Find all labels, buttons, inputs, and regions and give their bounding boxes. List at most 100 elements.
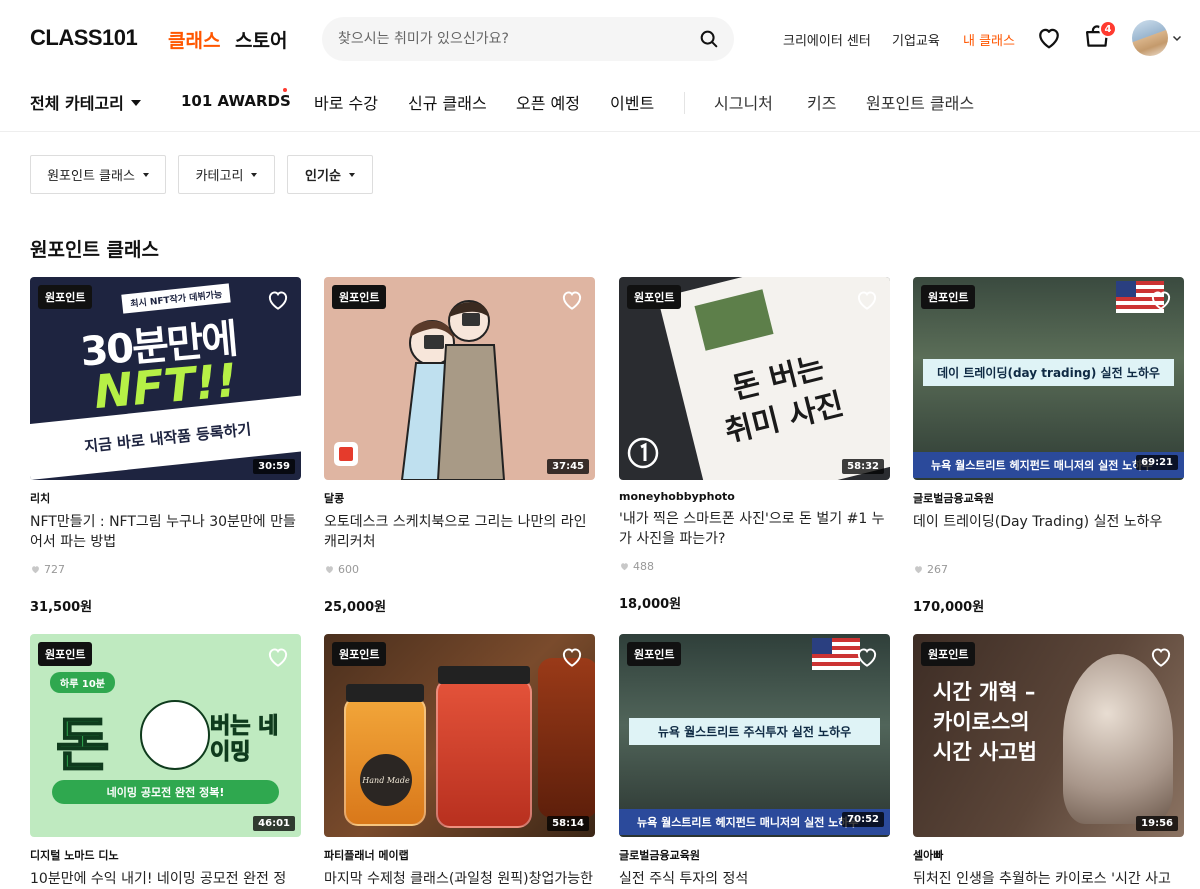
section-title: 원포인트 클래스 <box>30 239 159 261</box>
all-categories-menu[interactable]: 전체 카테고리 <box>30 90 141 114</box>
creator-name[interactable]: 디지털 노마드 디노 <box>30 847 301 863</box>
search-icon[interactable] <box>698 28 720 50</box>
creator-name[interactable]: 글로벌금융교육원 <box>913 490 1184 506</box>
class-title[interactable]: 10분만에 수익 내기! 네이밍 공모전 완전 정복!! <box>30 869 301 889</box>
class-thumbnail[interactable]: 돈 버는 취미 사진 원포인트 58:32 <box>619 277 890 480</box>
nav-event[interactable]: 이벤트 <box>610 90 654 114</box>
class-card[interactable]: 시간 개혁 – 카이로스의 시간 사고법 원포인트 19:56 셀아빠 뒤처진 … <box>913 634 1184 889</box>
class-title[interactable]: 실전 주식 투자의 정석 <box>619 869 890 889</box>
avatar[interactable] <box>1132 20 1168 56</box>
class-card[interactable]: 원포인트 37:45 달콩 오토데스크 스케치북으로 그리는 나만의 라인 캐리… <box>324 277 595 615</box>
onepoint-badge: 원포인트 <box>38 285 93 309</box>
heart-small-icon <box>326 566 333 574</box>
class-title[interactable]: 오토데스크 스케치북으로 그리는 나만의 라인 캐리커처 <box>324 512 595 552</box>
class-card[interactable]: 뉴욕 월스트리트 주식투자 실전 노하우 뉴욕 월스트리트 헤지펀드 매니저의 … <box>619 634 890 889</box>
corporate-education-link[interactable]: 기업교육 <box>892 30 940 49</box>
nav-class[interactable]: 클래스 <box>168 26 220 53</box>
my-class-link[interactable]: 내 클래스 <box>963 30 1015 49</box>
creator-name[interactable]: 셀아빠 <box>913 847 1184 863</box>
class-thumbnail[interactable]: 뉴욕 월스트리트 주식투자 실전 노하우 뉴욕 월스트리트 헤지펀드 매니저의 … <box>619 634 890 837</box>
onepoint-badge: 원포인트 <box>38 642 93 666</box>
filter-category-label: 카테고리 <box>195 169 244 184</box>
class-card[interactable]: 최시 NFT작가 데뷔가능 30분만에 NFT!! 지금 바로 내작품 등록하기… <box>30 277 301 615</box>
class-thumbnail[interactable]: 하루 10분 돈 버는 네이밍 네이밍 공모전 완전 정복! 원포인트 46:0… <box>30 634 301 837</box>
heart-icon[interactable] <box>265 644 291 670</box>
video-duration: 58:14 <box>547 816 589 831</box>
creator-center-link[interactable]: 크리에이터 센터 <box>783 30 871 49</box>
class-title[interactable]: NFT만들기 : NFT그림 누구나 30분만에 만들어서 파는 방법 <box>30 512 301 552</box>
video-duration: 70:52 <box>842 812 884 827</box>
onepoint-badge: 원포인트 <box>921 285 976 309</box>
class-title[interactable]: '내가 찍은 스마트폰 사진'으로 돈 벌기 #1 누가 사진을 파는가? <box>619 509 890 549</box>
class-title[interactable]: 데이 트레이딩(Day Trading) 실전 노하우 <box>913 512 1184 552</box>
thumb-headline-3: 시간 사고법 <box>933 740 1037 764</box>
heart-small-icon <box>621 563 628 571</box>
heart-icon[interactable] <box>854 287 880 313</box>
heart-icon[interactable] <box>559 644 585 670</box>
like-count: 727 <box>30 563 301 576</box>
search-box <box>322 17 734 61</box>
class101-logo[interactable]: CLASS101 <box>30 25 138 51</box>
class-thumbnail[interactable]: 최시 NFT작가 데뷔가능 30분만에 NFT!! 지금 바로 내작품 등록하기… <box>30 277 301 480</box>
like-count: 600 <box>324 563 595 576</box>
filter-sort[interactable]: 인기순 <box>287 155 373 194</box>
video-duration: 30:59 <box>253 459 295 474</box>
thumb-caption-top: 데이 트레이딩(day trading) 실전 노하우 <box>923 359 1174 386</box>
heart-icon[interactable] <box>1148 287 1174 313</box>
nav-coming-soon[interactable]: 오픈 예정 <box>516 90 580 114</box>
video-duration: 46:01 <box>253 816 295 831</box>
nav-new-class[interactable]: 신규 클래스 <box>408 90 487 114</box>
heart-icon[interactable] <box>1035 24 1063 52</box>
heart-icon[interactable] <box>559 287 585 313</box>
nav-instant-enroll[interactable]: 바로 수강 <box>314 90 378 114</box>
thumb-headline: 시간 개혁 – <box>933 680 1036 704</box>
heart-icon[interactable] <box>854 644 880 670</box>
thumb-headline-2: 카이로스의 <box>933 710 1030 734</box>
creator-name[interactable]: moneyhobbyphoto <box>619 490 890 503</box>
heart-icon[interactable] <box>265 287 291 313</box>
jar-label: Hand Made <box>360 754 412 806</box>
class-thumbnail[interactable]: 시간 개혁 – 카이로스의 시간 사고법 원포인트 19:56 <box>913 634 1184 837</box>
class-card[interactable]: 하루 10분 돈 버는 네이밍 네이밍 공모전 완전 정복! 원포인트 46:0… <box>30 634 301 889</box>
creator-name[interactable]: 달콩 <box>324 490 595 506</box>
top-header: CLASS101 클래스 스토어 크리에이터 센터 기업교육 내 클래스 4 <box>0 0 1200 76</box>
category-nav: 전체 카테고리 101 AWARDS 바로 수강 신규 클래스 오픈 예정 이벤… <box>0 76 1200 132</box>
like-count-value: 727 <box>44 563 65 576</box>
video-duration: 69:21 <box>1136 455 1178 470</box>
nav-101-awards[interactable]: 101 AWARDS <box>181 92 291 110</box>
search-input[interactable] <box>338 17 688 61</box>
class-title[interactable]: 마지막 수제청 클래스(과일청 원픽)창업가능한 <box>324 869 595 889</box>
class-thumbnail[interactable]: 데이 트레이딩(day trading) 실전 노하우 뉴욕 월스트리트 헤지펀… <box>913 277 1184 480</box>
like-count-value: 488 <box>633 560 654 573</box>
class-title[interactable]: 뒤처진 인생을 추월하는 카이로스 '시간 사고법' <box>913 869 1184 889</box>
video-duration: 58:32 <box>842 459 884 474</box>
onepoint-badge: 원포인트 <box>921 642 976 666</box>
onepoint-badge: 원포인트 <box>332 285 387 309</box>
class-card[interactable]: 돈 버는 취미 사진 원포인트 58:32 moneyhobbyphoto '내… <box>619 277 890 612</box>
nav-onepoint-class[interactable]: 원포인트 클래스 <box>866 90 974 114</box>
heart-icon[interactable] <box>1148 644 1174 670</box>
cart-count-badge: 4 <box>1099 20 1117 38</box>
price: 18,000원 <box>619 597 682 612</box>
price: 25,000원 <box>324 600 387 615</box>
onepoint-badge: 원포인트 <box>627 285 682 309</box>
filter-category[interactable]: 카테고리 <box>178 155 275 194</box>
thumb-headline: 돈 <box>55 710 110 780</box>
creator-name[interactable]: 리치 <box>30 490 301 506</box>
nav-store[interactable]: 스토어 <box>235 26 287 53</box>
creator-name[interactable]: 파티플래너 메이랩 <box>324 847 595 863</box>
class-card[interactable]: Hand Made 원포인트 58:14 파티플래너 메이랩 마지막 수제청 클… <box>324 634 595 889</box>
onepoint-badge: 원포인트 <box>332 642 387 666</box>
thumb-headline-2: 버는 네이밍 <box>210 714 279 766</box>
nav-kids[interactable]: 키즈 <box>807 90 836 114</box>
class-thumbnail[interactable]: Hand Made 원포인트 58:14 <box>324 634 595 837</box>
number-one-icon <box>627 437 659 469</box>
class-card[interactable]: 데이 트레이딩(day trading) 실전 노하우 뉴욕 월스트리트 헤지펀… <box>913 277 1184 615</box>
nav-signature[interactable]: 시그니처 <box>714 90 773 114</box>
filter-class-type[interactable]: 원포인트 클래스 <box>30 155 166 194</box>
video-duration: 37:45 <box>547 459 589 474</box>
caret-down-icon <box>130 100 141 106</box>
class-thumbnail[interactable]: 원포인트 37:45 <box>324 277 595 480</box>
creator-name[interactable]: 글로벌금융교육원 <box>619 847 890 863</box>
chevron-down-icon[interactable] <box>1171 32 1183 44</box>
